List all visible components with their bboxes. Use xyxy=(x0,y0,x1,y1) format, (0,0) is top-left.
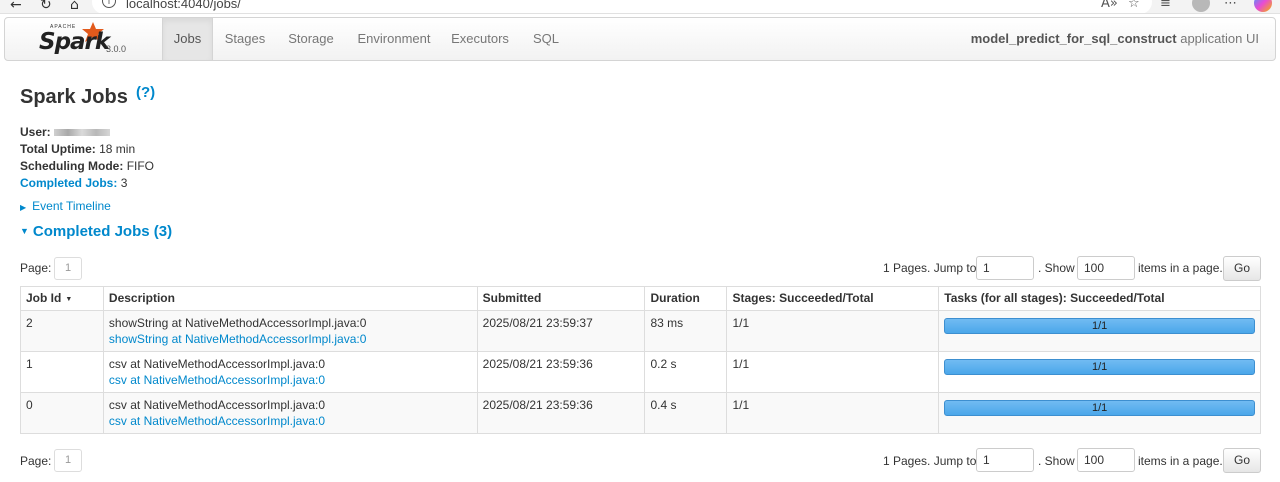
more-options-icon[interactable]: ⋯ xyxy=(1224,0,1237,11)
url-text[interactable]: localhost:4040/jobs/ xyxy=(126,0,241,11)
caret-right-icon: ▶ xyxy=(20,203,27,212)
description-text: csv at NativeMethodAccessorImpl.java:0 xyxy=(108,398,326,412)
show-text-bottom: . Show xyxy=(1038,454,1075,468)
description-text: csv at NativeMethodAccessorImpl.java:0 xyxy=(108,357,326,371)
back-icon[interactable]: ← xyxy=(10,0,22,13)
brand-name: Spark xyxy=(39,29,110,55)
favorites-list-icon[interactable]: ≡ xyxy=(1160,0,1171,11)
home-icon[interactable]: ⌂ xyxy=(70,0,79,13)
col-header-description[interactable]: Description xyxy=(102,286,478,311)
duration-cell: 83 ms xyxy=(644,310,728,352)
col-header-stages[interactable]: Stages: Succeeded/Total xyxy=(726,286,940,311)
uptime-label: Total Uptime: xyxy=(20,142,96,156)
favorite-star-icon[interactable]: ☆ xyxy=(1128,0,1140,11)
stages-cell: 1/1 xyxy=(726,310,940,352)
completed-jobs-table: Job Id ▼ Description Submitted Duration S… xyxy=(20,286,1261,434)
tab-sql[interactable]: SQL xyxy=(526,18,566,60)
tasks-cell: 1/1 xyxy=(938,392,1261,434)
items-text-top: items in a page. xyxy=(1138,261,1223,275)
sort-desc-icon: ▼ xyxy=(65,296,73,303)
submitted-cell: 2025/08/21 23:59:36 xyxy=(476,351,646,393)
submitted-cell: 2025/08/21 23:59:37 xyxy=(476,310,646,352)
duration-cell: 0.2 s xyxy=(644,351,728,393)
show-text-top: . Show xyxy=(1038,261,1075,275)
pages-text-top: 1 Pages. Jump to xyxy=(883,261,977,275)
tasks-cell: 1/1 xyxy=(938,310,1261,352)
description-cell: csv at NativeMethodAccessorImpl.java:0 c… xyxy=(102,351,478,393)
user-label: User: xyxy=(20,125,51,139)
app-title: model_predict_for_sql_construct applicat… xyxy=(971,18,1259,60)
stages-cell: 1/1 xyxy=(726,351,940,393)
page-label-bottom: Page: xyxy=(20,454,52,468)
tab-stages[interactable]: Stages xyxy=(216,18,274,60)
tab-executors[interactable]: Executors xyxy=(445,18,515,60)
table-row: 2 showString at NativeMethodAccessorImpl… xyxy=(20,310,1261,352)
completed-jobs-header: Completed Jobs (3) xyxy=(32,223,173,240)
job-id-cell: 2 xyxy=(20,310,104,352)
col-header-duration[interactable]: Duration xyxy=(644,286,728,311)
job-id-cell: 0 xyxy=(20,392,104,434)
caret-down-icon: ▼ xyxy=(20,226,29,236)
duration-cell: 0.4 s xyxy=(644,392,728,434)
user-value-redacted xyxy=(54,129,111,137)
event-timeline-toggle[interactable]: ▶ Event Timeline xyxy=(20,199,111,213)
refresh-icon[interactable]: ↻ xyxy=(40,0,52,13)
table-row: 1 csv at NativeMethodAccessorImpl.java:0… xyxy=(20,351,1261,393)
read-aloud-icon[interactable]: A» xyxy=(1101,0,1118,11)
job-summary: User: Total Uptime: 18 min Scheduling Mo… xyxy=(20,124,154,192)
jump-to-input-top[interactable] xyxy=(976,256,1034,280)
copilot-icon[interactable] xyxy=(1254,0,1272,12)
description-cell: showString at NativeMethodAccessorImpl.j… xyxy=(102,310,478,352)
tab-jobs[interactable]: Jobs xyxy=(162,18,213,60)
spark-logo[interactable]: APACHE Spark 3.0.0 xyxy=(35,20,135,60)
description-cell: csv at NativeMethodAccessorImpl.java:0 c… xyxy=(102,392,478,434)
go-button-top[interactable]: Go xyxy=(1223,256,1261,281)
items-text-bottom: items in a page. xyxy=(1138,454,1223,468)
col-header-job-id[interactable]: Job Id ▼ xyxy=(20,286,104,311)
job-id-header-label: Job Id xyxy=(26,291,62,305)
tab-storage[interactable]: Storage xyxy=(281,18,341,60)
col-header-submitted[interactable]: Submitted xyxy=(476,286,646,311)
page-size-input-top[interactable] xyxy=(1077,256,1135,280)
description-text: showString at NativeMethodAccessorImpl.j… xyxy=(108,316,367,330)
app-name: model_predict_for_sql_construct xyxy=(970,31,1177,46)
page-size-input-bottom[interactable] xyxy=(1077,448,1135,472)
page-title: Spark Jobs xyxy=(20,86,128,108)
job-id-cell: 1 xyxy=(20,351,104,393)
event-timeline-label: Event Timeline xyxy=(32,199,111,213)
tasks-progress-bar: 1/1 xyxy=(944,318,1255,334)
page-label-top: Page: xyxy=(20,261,52,275)
scheduling-value: FIFO xyxy=(126,159,155,173)
stages-cell: 1/1 xyxy=(726,392,940,434)
completed-jobs-count: 3 xyxy=(120,176,128,190)
spark-navbar: APACHE Spark 3.0.0 Jobs Stages Storage E… xyxy=(4,17,1276,61)
tab-environment[interactable]: Environment xyxy=(351,18,437,60)
scheduling-label: Scheduling Mode: xyxy=(20,159,124,173)
go-button-bottom[interactable]: Go xyxy=(1223,448,1261,473)
jump-to-input-bottom[interactable] xyxy=(976,448,1034,472)
tasks-progress-bar: 1/1 xyxy=(944,400,1255,416)
table-header-row: Job Id ▼ Description Submitted Duration S… xyxy=(20,286,1261,311)
browser-toolbar: ← ↻ ⌂ i localhost:4040/jobs/ A» ☆ ≡ ⋯ xyxy=(0,0,1280,14)
submitted-cell: 2025/08/21 23:59:36 xyxy=(476,392,646,434)
completed-jobs-toggle[interactable]: ▼ Completed Jobs (3) xyxy=(20,223,172,240)
profile-avatar[interactable] xyxy=(1192,0,1210,12)
description-link[interactable]: csv at NativeMethodAccessorImpl.java:0 xyxy=(109,413,472,429)
app-title-suffix: application UI xyxy=(1180,31,1259,46)
page-number-top[interactable]: 1 xyxy=(54,257,82,280)
page-number-bottom[interactable]: 1 xyxy=(54,449,82,472)
table-row: 0 csv at NativeMethodAccessorImpl.java:0… xyxy=(20,392,1261,434)
col-header-tasks[interactable]: Tasks (for all stages): Succeeded/Total xyxy=(938,286,1261,311)
uptime-value: 18 min xyxy=(99,142,136,156)
tasks-progress-bar: 1/1 xyxy=(944,359,1255,375)
pages-text-bottom: 1 Pages. Jump to xyxy=(883,454,977,468)
spark-version: 3.0.0 xyxy=(106,44,127,54)
description-link[interactable]: csv at NativeMethodAccessorImpl.java:0 xyxy=(109,372,472,388)
description-link[interactable]: showString at NativeMethodAccessorImpl.j… xyxy=(109,331,472,347)
address-bar[interactable] xyxy=(92,0,1152,13)
help-link[interactable]: (?) xyxy=(136,84,155,101)
completed-jobs-link[interactable]: Completed Jobs: xyxy=(20,176,117,190)
tasks-cell: 1/1 xyxy=(938,351,1261,393)
